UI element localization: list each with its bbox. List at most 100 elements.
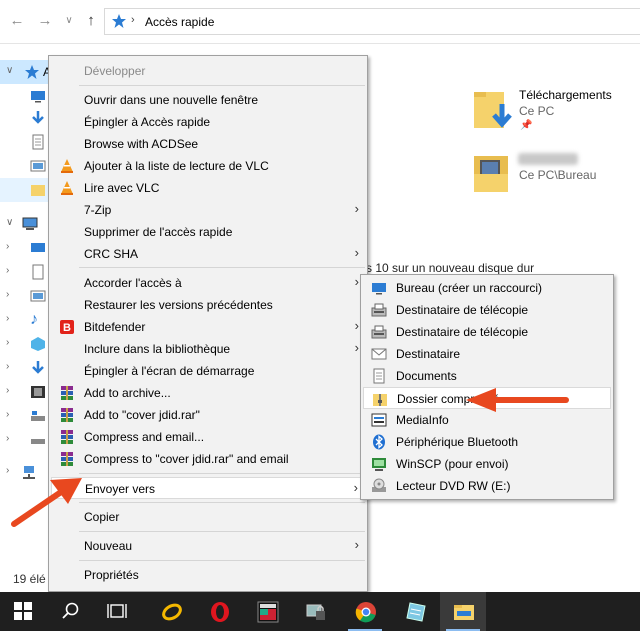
taskbar-notes-app[interactable] bbox=[392, 592, 438, 631]
download-icon bbox=[32, 111, 44, 124]
expand-arrow-icon[interactable]: › bbox=[6, 409, 9, 420]
lock-monitor-icon bbox=[306, 604, 325, 620]
task-view-icon bbox=[107, 604, 127, 618]
sendto-desktop-shortcut[interactable]: Bureau (créer un raccourci) bbox=[363, 277, 611, 299]
nav-item-music[interactable]: › ♪ bbox=[0, 308, 50, 332]
submenu-arrow-icon: › bbox=[354, 201, 359, 216]
expand-arrow-icon[interactable]: › bbox=[6, 289, 9, 300]
nav-item-desktop[interactable] bbox=[0, 84, 50, 108]
downloads-folder-icon[interactable] bbox=[472, 88, 514, 132]
expand-arrow-icon[interactable]: ∨ bbox=[6, 217, 13, 228]
breadcrumb-path[interactable]: Accès rapide bbox=[145, 15, 214, 29]
menu-item-properties[interactable]: Propriétés bbox=[51, 564, 365, 586]
menu-item-add-archive[interactable]: Add to archive... bbox=[51, 382, 365, 404]
menu-item-vlc-playlist[interactable]: Ajouter à la liste de lecture de VLC bbox=[51, 155, 365, 177]
expand-arrow-icon[interactable]: › bbox=[6, 337, 9, 348]
nav-item-drive-c[interactable]: › bbox=[0, 404, 50, 428]
windows-logo-icon bbox=[14, 602, 32, 620]
nav-item-folder[interactable] bbox=[0, 178, 50, 202]
up-arrow-icon[interactable]: ↑ bbox=[82, 12, 100, 30]
nav-quick-access[interactable]: ∨ A bbox=[0, 60, 51, 84]
nav-item-documents[interactable] bbox=[0, 130, 50, 154]
menu-item-bitdefender[interactable]: B Bitdefender › bbox=[51, 316, 365, 338]
menu-item-pin-start[interactable]: Épingler à l'écran de démarrage bbox=[51, 360, 365, 382]
menu-item-restore-versions[interactable]: Restaurer les versions précédentes bbox=[51, 294, 365, 316]
download-icon bbox=[32, 361, 44, 374]
tutorial-arrow-icon bbox=[466, 388, 569, 412]
menu-item-compress-rar-email[interactable]: Compress to "cover jdid.rar" and email bbox=[51, 448, 365, 470]
tile-downloads-title[interactable]: Téléchargements bbox=[519, 88, 612, 102]
pictures-icon bbox=[30, 160, 46, 172]
start-button[interactable] bbox=[0, 592, 46, 631]
taskbar-studio[interactable] bbox=[244, 592, 290, 631]
menu-item-expand[interactable]: Développer bbox=[51, 60, 365, 82]
menu-item-crc-sha[interactable]: CRC SHA › bbox=[51, 243, 365, 265]
sendto-dvd-drive[interactable]: Lecteur DVD RW (E:) bbox=[363, 475, 611, 497]
nav-item-3d-objects[interactable]: › bbox=[0, 332, 50, 356]
zip-folder-icon bbox=[373, 394, 387, 406]
menu-item-grant-access[interactable]: Accorder l'accès à › bbox=[51, 272, 365, 294]
menu-item-add-rar[interactable]: Add to "cover jdid.rar" bbox=[51, 404, 365, 426]
desktop-icon bbox=[31, 243, 45, 252]
sendto-mail-recipient[interactable]: Destinataire bbox=[363, 343, 611, 365]
submenu-arrow-icon: › bbox=[354, 245, 359, 260]
sendto-fax-2[interactable]: Destinataire de télécopie bbox=[363, 321, 611, 343]
expand-arrow-icon[interactable]: › bbox=[6, 433, 9, 444]
menu-item-open-new-window[interactable]: Ouvrir dans une nouvelle fenêtre bbox=[51, 89, 365, 111]
pin-icon: 📌 bbox=[520, 120, 533, 131]
nav-item-drive-d[interactable]: › bbox=[0, 428, 50, 452]
nav-item-videos[interactable]: › bbox=[0, 380, 50, 404]
taskbar-chrome[interactable] bbox=[342, 592, 388, 631]
opera-icon bbox=[211, 602, 229, 622]
tile-downloads-subtitle: Ce PC bbox=[519, 104, 555, 118]
address-box[interactable]: › Accès rapide bbox=[104, 8, 640, 35]
back-icon[interactable]: ← bbox=[8, 12, 26, 30]
taskbar-file-explorer[interactable] bbox=[440, 592, 486, 631]
expand-arrow-icon[interactable]: › bbox=[6, 241, 9, 252]
task-view-button[interactable] bbox=[94, 592, 140, 631]
taskbar-opera[interactable] bbox=[196, 592, 242, 631]
expand-arrow-icon[interactable]: › bbox=[6, 313, 9, 324]
winrar-icon bbox=[61, 452, 73, 466]
sendto-bluetooth[interactable]: Périphérique Bluetooth bbox=[363, 431, 611, 453]
nav-item-downloads-pc[interactable]: › bbox=[0, 356, 50, 380]
menu-item-play-vlc[interactable]: Lire avec VLC bbox=[51, 177, 365, 199]
submenu-arrow-icon: › bbox=[354, 340, 359, 355]
menu-item-send-to[interactable]: Envoyer vers › bbox=[51, 477, 365, 499]
forward-icon[interactable]: → bbox=[36, 12, 54, 30]
nav-item-3d[interactable]: › bbox=[0, 236, 50, 260]
sendto-documents[interactable]: Documents bbox=[363, 365, 611, 387]
search-button[interactable] bbox=[48, 592, 94, 631]
folder-with-photos-icon[interactable] bbox=[472, 152, 514, 196]
nav-item-docs[interactable]: › bbox=[0, 260, 50, 284]
nav-item-pictures[interactable] bbox=[0, 154, 50, 178]
taskbar-app-golden[interactable] bbox=[148, 592, 194, 631]
menu-item-7zip[interactable]: 7-Zip › bbox=[51, 199, 365, 221]
menu-item-browse-acdsee[interactable]: Browse with ACDSee bbox=[51, 133, 365, 155]
expand-arrow-icon[interactable]: ∨ bbox=[6, 65, 13, 76]
menu-item-new[interactable]: Nouveau › bbox=[51, 535, 365, 557]
star-icon bbox=[112, 14, 126, 28]
expand-arrow-icon[interactable]: › bbox=[6, 385, 9, 396]
tutorial-arrow-icon bbox=[11, 478, 82, 527]
sendto-fax-1[interactable]: Destinataire de télécopie bbox=[363, 299, 611, 321]
nav-item-downloads[interactable] bbox=[0, 106, 50, 130]
expand-arrow-icon[interactable]: › bbox=[6, 361, 9, 372]
menu-item-remove-quick-access[interactable]: Supprimer de l'accès rapide bbox=[51, 221, 365, 243]
recent-file-text[interactable]: s 10 sur un nouveau disque dur bbox=[366, 261, 534, 275]
menu-item-copy[interactable]: Copier bbox=[51, 506, 365, 528]
sendto-winscp[interactable]: WinSCP (pour envoi) bbox=[363, 453, 611, 475]
drive-icon bbox=[31, 439, 45, 444]
dvd-drive-icon bbox=[372, 478, 386, 492]
nav-this-pc[interactable]: ∨ bbox=[0, 212, 50, 236]
star-icon bbox=[25, 65, 39, 79]
menu-item-pin-quick-access[interactable]: Épingler à Accès rapide bbox=[51, 111, 365, 133]
taskbar-security-app[interactable] bbox=[292, 592, 338, 631]
submenu-arrow-icon: › bbox=[354, 318, 359, 333]
chevron-down-icon[interactable]: ∨ bbox=[60, 12, 78, 30]
menu-item-compress-email[interactable]: Compress and email... bbox=[51, 426, 365, 448]
drive-icon bbox=[31, 411, 45, 421]
menu-item-include-library[interactable]: Inclure dans la bibliothèque › bbox=[51, 338, 365, 360]
nav-item-images[interactable]: › bbox=[0, 284, 50, 308]
expand-arrow-icon[interactable]: › bbox=[6, 265, 9, 276]
